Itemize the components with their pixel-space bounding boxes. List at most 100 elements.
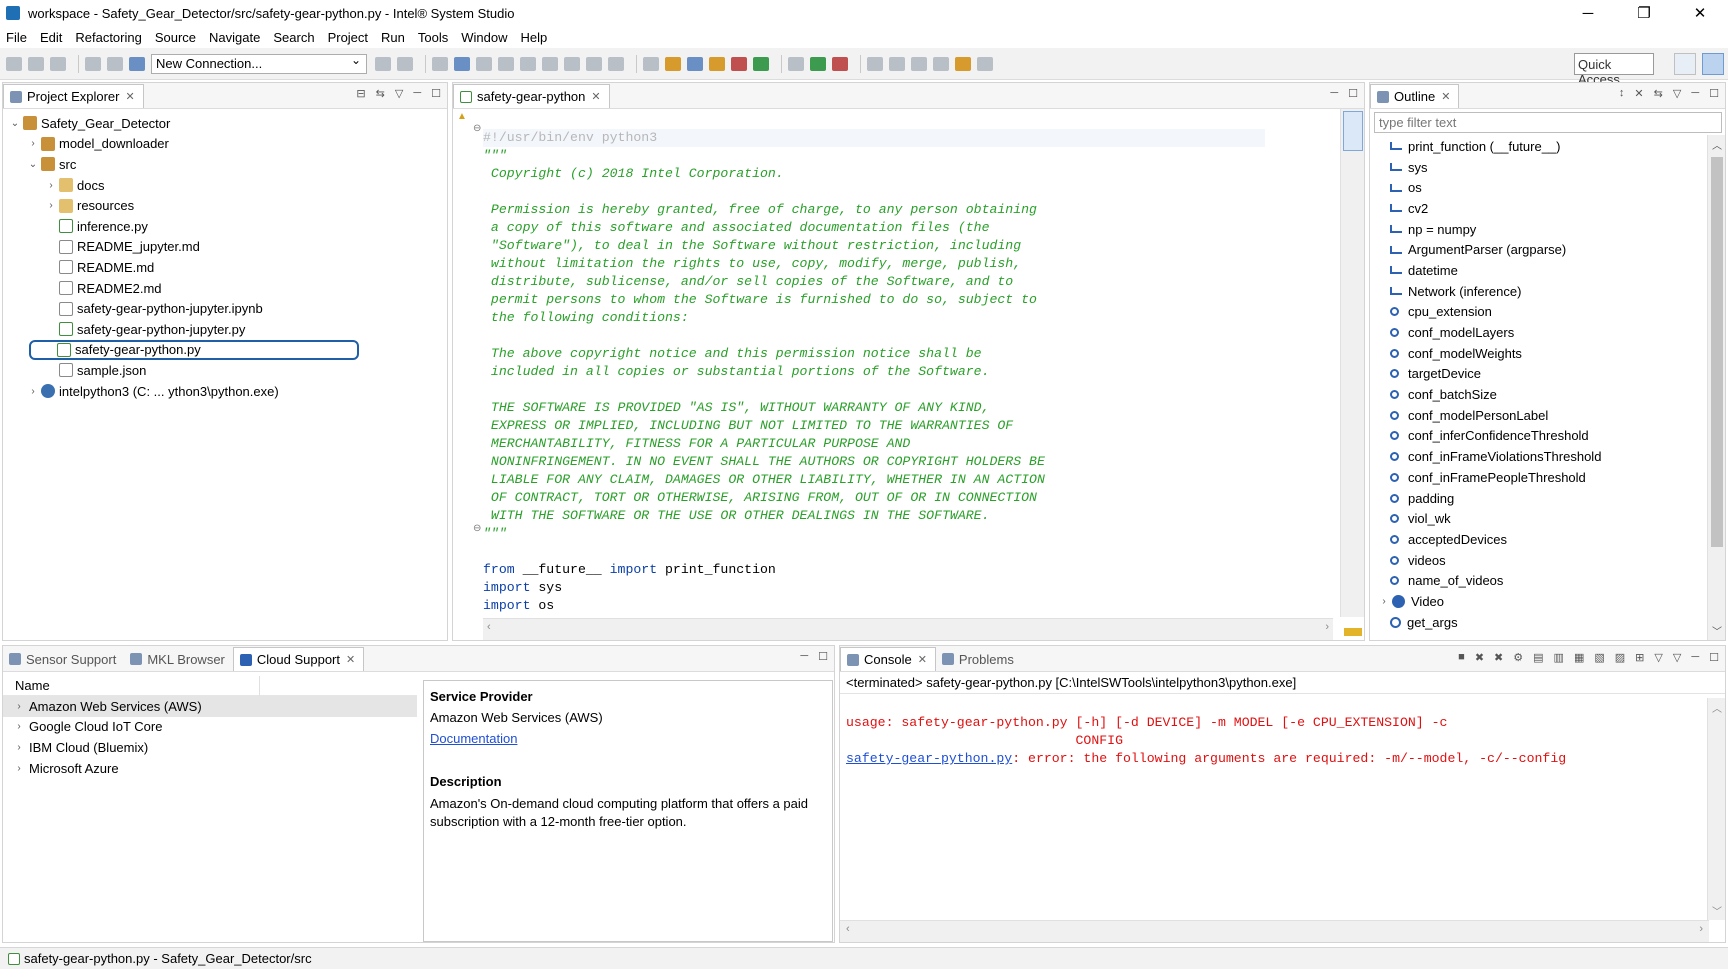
advisor-icon[interactable] — [709, 56, 725, 71]
collapse-icon[interactable]: › — [45, 200, 57, 211]
outline-item[interactable]: cpu_extension — [1370, 302, 1725, 323]
word-wrap-icon[interactable]: ▦ — [1574, 651, 1584, 664]
close-icon[interactable]: ✕ — [346, 653, 355, 666]
menu-edit[interactable]: Edit — [40, 30, 62, 45]
scroll-down-icon[interactable]: ﹀ — [1712, 623, 1722, 638]
outline-item[interactable]: Network (inference) — [1370, 281, 1725, 302]
column-divider[interactable] — [259, 676, 260, 696]
tab-outline[interactable]: Outline ✕ — [1370, 84, 1460, 108]
remove-launch-icon[interactable]: ✖ — [1475, 651, 1484, 664]
last-edit-icon[interactable] — [933, 56, 949, 71]
scroll-up-icon[interactable]: ︿ — [1712, 137, 1722, 152]
menu-run[interactable]: Run — [381, 30, 405, 45]
clear-console-icon[interactable]: ▤ — [1533, 651, 1543, 664]
outline-filter-input[interactable]: type filter text — [1374, 112, 1722, 133]
outline-item[interactable]: › Video — [1370, 591, 1725, 612]
collapse-icon[interactable]: › — [13, 701, 25, 712]
maximize-icon[interactable]: ☐ — [431, 87, 441, 100]
forward-icon[interactable] — [977, 56, 993, 71]
scroll-thumb[interactable] — [1343, 111, 1363, 151]
resume-icon[interactable] — [476, 56, 492, 71]
view-menu-icon[interactable]: ▽ — [1673, 87, 1681, 100]
hide-fields-icon[interactable]: ✕ — [1634, 87, 1643, 100]
expand-icon[interactable]: ⌄ — [9, 118, 21, 129]
disconnect-icon[interactable] — [397, 56, 413, 71]
menu-refactoring[interactable]: Refactoring — [75, 30, 141, 45]
pin-icon[interactable] — [432, 56, 448, 71]
editor-horizontal-scrollbar[interactable]: ‹ › — [483, 618, 1333, 640]
scroll-lock-icon[interactable]: ▥ — [1554, 651, 1564, 664]
tree-item-model-downloader[interactable]: › model_downloader — [3, 134, 447, 155]
column-header-name[interactable]: Name — [3, 672, 417, 696]
link-icon[interactable]: ⇆ — [1654, 87, 1663, 100]
run-icon[interactable] — [810, 56, 826, 71]
menu-window[interactable]: Window — [461, 30, 507, 45]
tab-mkl-browser[interactable]: MKL Browser — [124, 647, 233, 671]
provider-row-ibm[interactable]: › IBM Cloud (Bluemix) — [3, 737, 417, 758]
menu-tools[interactable]: Tools — [418, 30, 448, 45]
maximize-icon[interactable]: ☐ — [1709, 651, 1719, 664]
documentation-link[interactable]: Documentation — [430, 731, 826, 746]
outline-item[interactable]: print_function (__future__) — [1370, 136, 1725, 157]
close-button[interactable]: ✕ — [1672, 0, 1728, 26]
remove-all-icon[interactable]: ✖ — [1494, 651, 1503, 664]
maximize-icon[interactable]: ☐ — [1709, 87, 1719, 100]
settings-icon[interactable]: ⚙ — [1513, 651, 1523, 664]
tree-item-file[interactable]: sample.json — [3, 360, 447, 381]
outline-item[interactable]: name_of_videos — [1370, 570, 1725, 591]
minimize-icon[interactable]: ─ — [1330, 87, 1338, 100]
connect-icon[interactable] — [375, 56, 391, 71]
minimize-icon[interactable]: ─ — [1691, 87, 1699, 100]
analyzer-icon[interactable] — [665, 56, 681, 71]
prev-annotation-icon[interactable] — [911, 56, 927, 71]
terminate-icon[interactable] — [520, 56, 536, 71]
pin-console-icon[interactable]: ⊞ — [1635, 651, 1644, 664]
fold-icon[interactable]: ⊖ — [473, 123, 481, 134]
step-over-icon[interactable] — [586, 56, 602, 71]
outline-item[interactable]: conf_modelPersonLabel — [1370, 405, 1725, 426]
tab-project-explorer[interactable]: Project Explorer ✕ — [3, 84, 144, 108]
step-return-icon[interactable] — [608, 56, 624, 71]
tree-item-file[interactable]: README_jupyter.md — [3, 237, 447, 258]
outline-item[interactable]: conf_inferConfidenceThreshold — [1370, 426, 1725, 447]
code-area[interactable]: #!/usr/bin/env python3 """ Copyright (c) … — [483, 111, 1323, 617]
outline-item[interactable]: viol_wk — [1370, 508, 1725, 529]
menu-search[interactable]: Search — [273, 30, 314, 45]
display-console-icon[interactable]: ▽ — [1654, 651, 1662, 664]
scroll-left-icon[interactable]: ‹ — [846, 923, 850, 935]
outline-item[interactable]: np = numpy — [1370, 219, 1725, 240]
tree-item-project[interactable]: ⌄ Safety_Gear_Detector — [3, 113, 447, 134]
outline-item[interactable]: videos — [1370, 550, 1725, 571]
open-perspective-icon[interactable] — [1674, 53, 1696, 75]
disconnect-debug-icon[interactable] — [542, 56, 558, 71]
maximize-icon[interactable]: ☐ — [1348, 87, 1358, 100]
outline-item[interactable]: conf_modelWeights — [1370, 343, 1725, 364]
collapse-icon[interactable]: › — [27, 386, 39, 397]
scroll-right-icon[interactable]: › — [1325, 621, 1329, 633]
menu-project[interactable]: Project — [328, 30, 368, 45]
external-tools-icon[interactable] — [832, 56, 848, 71]
tab-sensor-support[interactable]: Sensor Support — [3, 647, 124, 671]
close-icon[interactable]: ✕ — [125, 90, 134, 103]
tree-item-docs[interactable]: › docs — [3, 175, 447, 196]
tree-item-resources[interactable]: › resources — [3, 195, 447, 216]
terminate-icon[interactable]: ■ — [1458, 651, 1465, 664]
format-icon[interactable] — [643, 56, 659, 71]
outline-item[interactable]: conf_modelLayers — [1370, 322, 1725, 343]
tree-item-selected-file[interactable]: safety-gear-python.py — [29, 339, 359, 361]
debug-icon[interactable] — [788, 56, 804, 71]
expand-icon[interactable]: ⌄ — [27, 159, 39, 170]
tab-editor-file[interactable]: safety-gear-python ✕ — [453, 84, 610, 108]
menu-navigate[interactable]: Navigate — [209, 30, 260, 45]
collapse-icon[interactable]: › — [45, 180, 57, 191]
outline-item[interactable]: conf_inFrameViolationsThreshold — [1370, 446, 1725, 467]
new-icon[interactable] — [6, 56, 22, 71]
save-icon[interactable] — [28, 56, 44, 71]
quick-access-input[interactable]: Quick Access — [1574, 53, 1654, 87]
editor-vertical-scrollbar[interactable] — [1340, 109, 1364, 617]
search-icon[interactable] — [867, 56, 883, 71]
tree-item-src[interactable]: ⌄ src — [3, 154, 447, 175]
restore-button[interactable]: ❐ — [1616, 0, 1672, 26]
show-stdout-icon[interactable]: ▧ — [1594, 651, 1604, 664]
tree-item-file[interactable]: safety-gear-python-jupyter.py — [3, 319, 447, 340]
